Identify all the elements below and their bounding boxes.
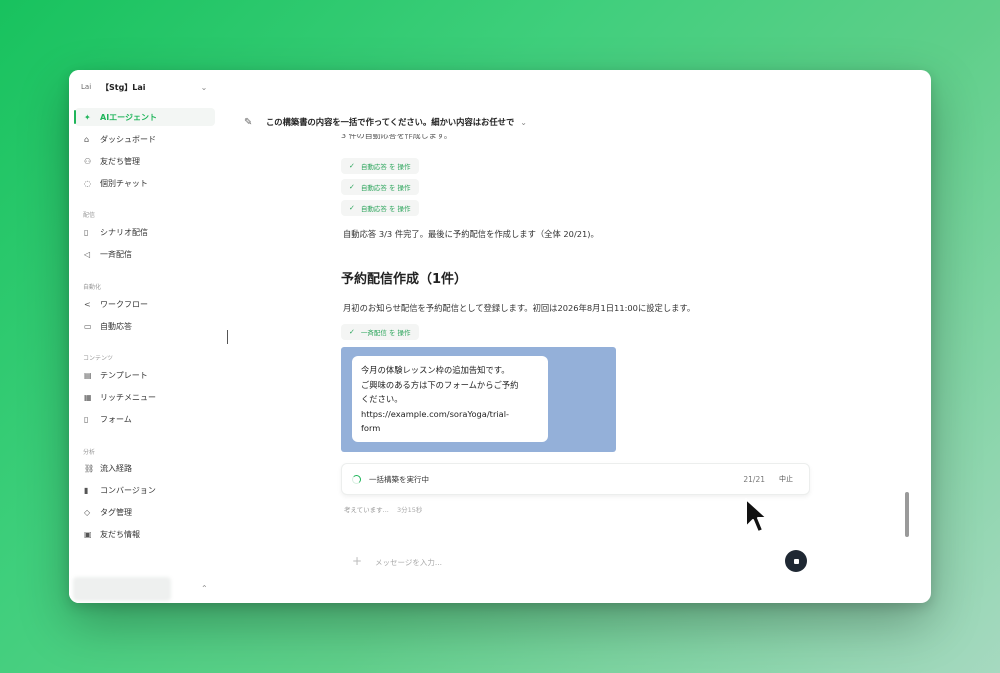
sidebar-item-conversion[interactable]: ▮ コンバージョン [75,481,215,499]
preview-bubble: 今月の体験レッスン枠の追加告知です。 ご興味のある方は下のフォームからご予約 く… [352,356,548,442]
sidebar-item-friends[interactable]: ⚇ 友だち管理 [75,152,215,170]
bar-chart-icon: ▮ [84,485,89,495]
users-icon: ⚇ [84,156,92,166]
share-icon: < [84,299,91,309]
tag-icon: ◇ [84,507,91,517]
sidebar-item-template[interactable]: ▤ テンプレート [75,366,215,384]
sidebar-item-label: 個別チャット [100,178,148,188]
sidebar-item-label: コンバージョン [100,485,156,495]
sidebar-item-rich-menu[interactable]: ▦ リッチメニュー [75,388,215,406]
check-icon: ✓ [349,328,355,336]
tool-chip[interactable]: ✓ 自動応答 を 操作 [341,179,419,195]
sidebar-item-workflow[interactable]: < ワークフロー [75,295,215,313]
sidebar-item-label: リッチメニュー [100,392,156,402]
check-icon: ✓ [349,162,355,170]
sidebar-item-label: ワークフロー [100,299,148,309]
check-icon: ✓ [349,183,355,191]
sidebar-item-label: シナリオ配信 [100,227,148,237]
spinner-icon [352,474,361,484]
user-menu[interactable] [73,577,171,601]
message-preview: 今月の体験レッスン枠の追加告知です。 ご興味のある方は下のフォームからご予約 く… [341,347,616,452]
description-message: 月初のお知らせ配信を予約配信として登録します。初回は2026年8月1日11:00… [343,303,696,313]
preview-line: form [361,423,381,433]
section-heading: 予約配信作成（1件） [341,272,468,287]
tool-chip-label: 自動応答 を 操作 [360,205,411,213]
message-square-icon: ▭ [84,321,92,331]
mouse-cursor-icon [745,498,768,533]
sidebar-item-dashboard[interactable]: ⌂ ダッシュボード [75,130,215,148]
sidebar-item-label: タグ管理 [100,507,132,517]
sidebar-item-form[interactable]: ▯ フォーム [75,410,215,428]
id-card-icon: ▣ [84,529,92,539]
progress-card: 一括構築を実行中 21/21 中止 [341,463,810,495]
thinking-text: 考えています... [344,506,389,514]
sidebar-item-chat[interactable]: ◌ 個別チャット [75,174,215,192]
preview-line: ご興味のある方は下のフォームからご予約 [361,379,519,390]
stop-generation-button[interactable] [785,550,807,572]
workspace-avatar: Lai [81,83,92,91]
section-label-delivery: 配信 [83,212,96,219]
tool-chip-label: 一斉配信 を 操作 [360,329,411,337]
sidebar-item-broadcast[interactable]: ◁ 一斉配信 [75,245,215,263]
sidebar-item-inflow[interactable]: ⛓ 流入経路 [75,459,215,477]
section-label-content: コンテンツ [83,355,114,362]
status-message: 自動応答 3/3 件完了。最後に予約配信を作成します（全体 20/21)。 [343,229,599,239]
check-icon: ✓ [349,204,355,212]
workspace-name: 【Stg】Lai [101,82,146,92]
message-text-partial: 3 件の自動応答を作成します。 [341,134,452,140]
progress-count: 21/21 [743,474,765,484]
megaphone-icon: ◁ [84,249,91,259]
sidebar-item-tags[interactable]: ◇ タグ管理 [75,503,215,521]
edit-icon[interactable]: ✎ [244,117,266,128]
sidebar-item-label: 友だち情報 [100,529,140,539]
sparkle-icon: ✦ [84,112,91,122]
sidebar-item-label: ダッシュボード [100,134,156,144]
stop-icon [793,558,799,564]
thinking-time: 3分15秒 [396,506,423,514]
sidebar-item-label: AIエージェント [100,112,158,122]
section-label-automation: 自動化 [83,284,102,291]
template-icon: ▤ [84,370,92,380]
home-icon: ⌂ [84,134,90,144]
plus-icon[interactable]: + [352,554,362,568]
sidebar-item-friend-info[interactable]: ▣ 友だち情報 [75,525,215,543]
progress-label: 一括構築を実行中 [369,474,429,484]
chevron-down-icon[interactable]: ⌄ [199,83,209,92]
scrollbar[interactable] [905,492,909,537]
chevron-up-icon[interactable]: ⌃ [201,584,208,593]
workspace-switcher[interactable]: Lai 【Stg】Lai ⌄ [69,78,219,96]
grid-icon: ▦ [84,392,92,402]
thinking-status: 考えています... 3分15秒 [344,504,422,514]
sidebar-item-label: 一斉配信 [100,249,132,259]
sidebar-item-label: テンプレート [100,370,148,380]
chevron-down-icon[interactable]: ⌄ [520,118,527,127]
preview-line: 今月の体験レッスン枠の追加告知です。 [361,365,510,375]
sidebar: Lai 【Stg】Lai ⌄ ✦ AIエージェント ⌂ ダッシュボード ⚇ 友だ… [69,70,219,603]
sidebar-item-label: フォーム [100,414,132,424]
resize-handle[interactable] [227,330,228,344]
tool-chip-label: 自動応答 を 操作 [360,163,411,171]
sidebar-item-ai-agent[interactable]: ✦ AIエージェント [74,108,215,126]
message-input[interactable] [375,554,775,570]
clipboard-icon: ▯ [84,227,89,237]
sidebar-item-label: 友だち管理 [100,156,140,166]
sidebar-item-scenario[interactable]: ▯ シナリオ配信 [75,223,215,241]
preview-line: ください。 [361,394,403,404]
stop-button[interactable]: 中止 [779,474,793,484]
sidebar-item-label: 流入経路 [100,463,132,473]
section-label-analytics: 分析 [83,449,96,456]
sidebar-item-label: 自動応答 [100,321,132,331]
conversation-title: この構築書の内容を一括で作ってください。細かい内容はお任せで [266,117,515,127]
tool-chip-label: 自動応答 を 操作 [360,184,411,192]
chat-icon: ◌ [84,178,91,188]
link-icon: ⛓ [84,463,95,473]
tool-chip[interactable]: ✓ 自動応答 を 操作 [341,158,419,174]
tool-chip[interactable]: ✓ 一斉配信 を 操作 [341,324,419,340]
tool-chip[interactable]: ✓ 自動応答 を 操作 [341,200,419,216]
preview-line: https://example.com/soraYoga/trial- [361,408,510,419]
conversation-header[interactable]: ✎ この構築書の内容を一括で作ってください。細かい内容はお任せで ⌄ [244,115,527,129]
app-window: Lai 【Stg】Lai ⌄ ✦ AIエージェント ⌂ ダッシュボード ⚇ 友だ… [69,70,931,603]
form-icon: ▯ [84,414,89,424]
sidebar-item-auto-reply[interactable]: ▭ 自動応答 [75,317,215,335]
